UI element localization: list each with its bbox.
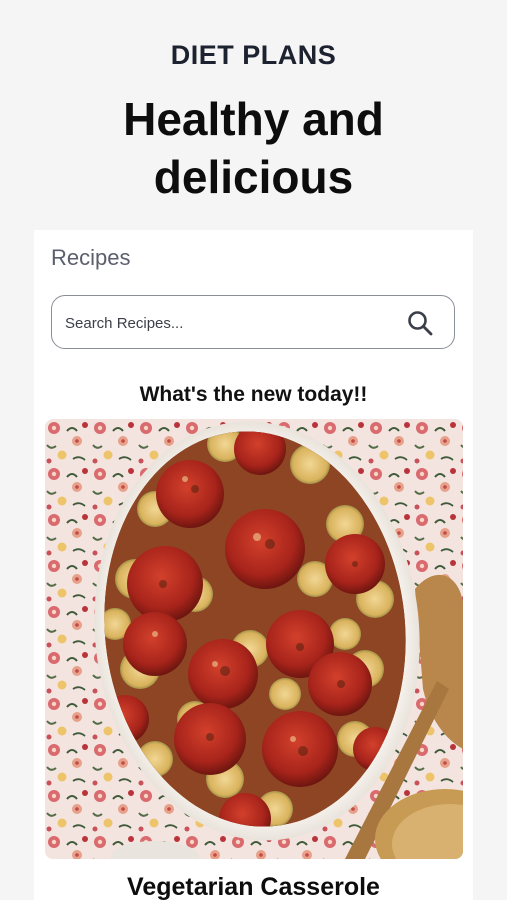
featured-recipe-image[interactable]	[45, 419, 463, 859]
search-bar[interactable]	[51, 295, 455, 349]
recipes-card: Recipes What's the new today!!	[34, 230, 473, 900]
casserole-photo	[45, 419, 463, 859]
page-eyebrow: DIET PLANS	[170, 40, 337, 70]
page: DIET PLANS Healthy and delicious Recipes…	[0, 0, 507, 900]
page-title-line-1: Healthy and	[123, 93, 384, 145]
search-icon[interactable]	[406, 309, 434, 337]
page-title-line-2: delicious	[153, 151, 354, 203]
recipes-section-label: Recipes	[51, 245, 131, 270]
featured-heading: What's the new today!!	[139, 383, 368, 406]
featured-recipe-title[interactable]: Vegetarian Casserole	[34, 873, 473, 900]
page-title: Healthy and delicious	[0, 90, 507, 206]
search-input[interactable]	[63, 308, 397, 338]
